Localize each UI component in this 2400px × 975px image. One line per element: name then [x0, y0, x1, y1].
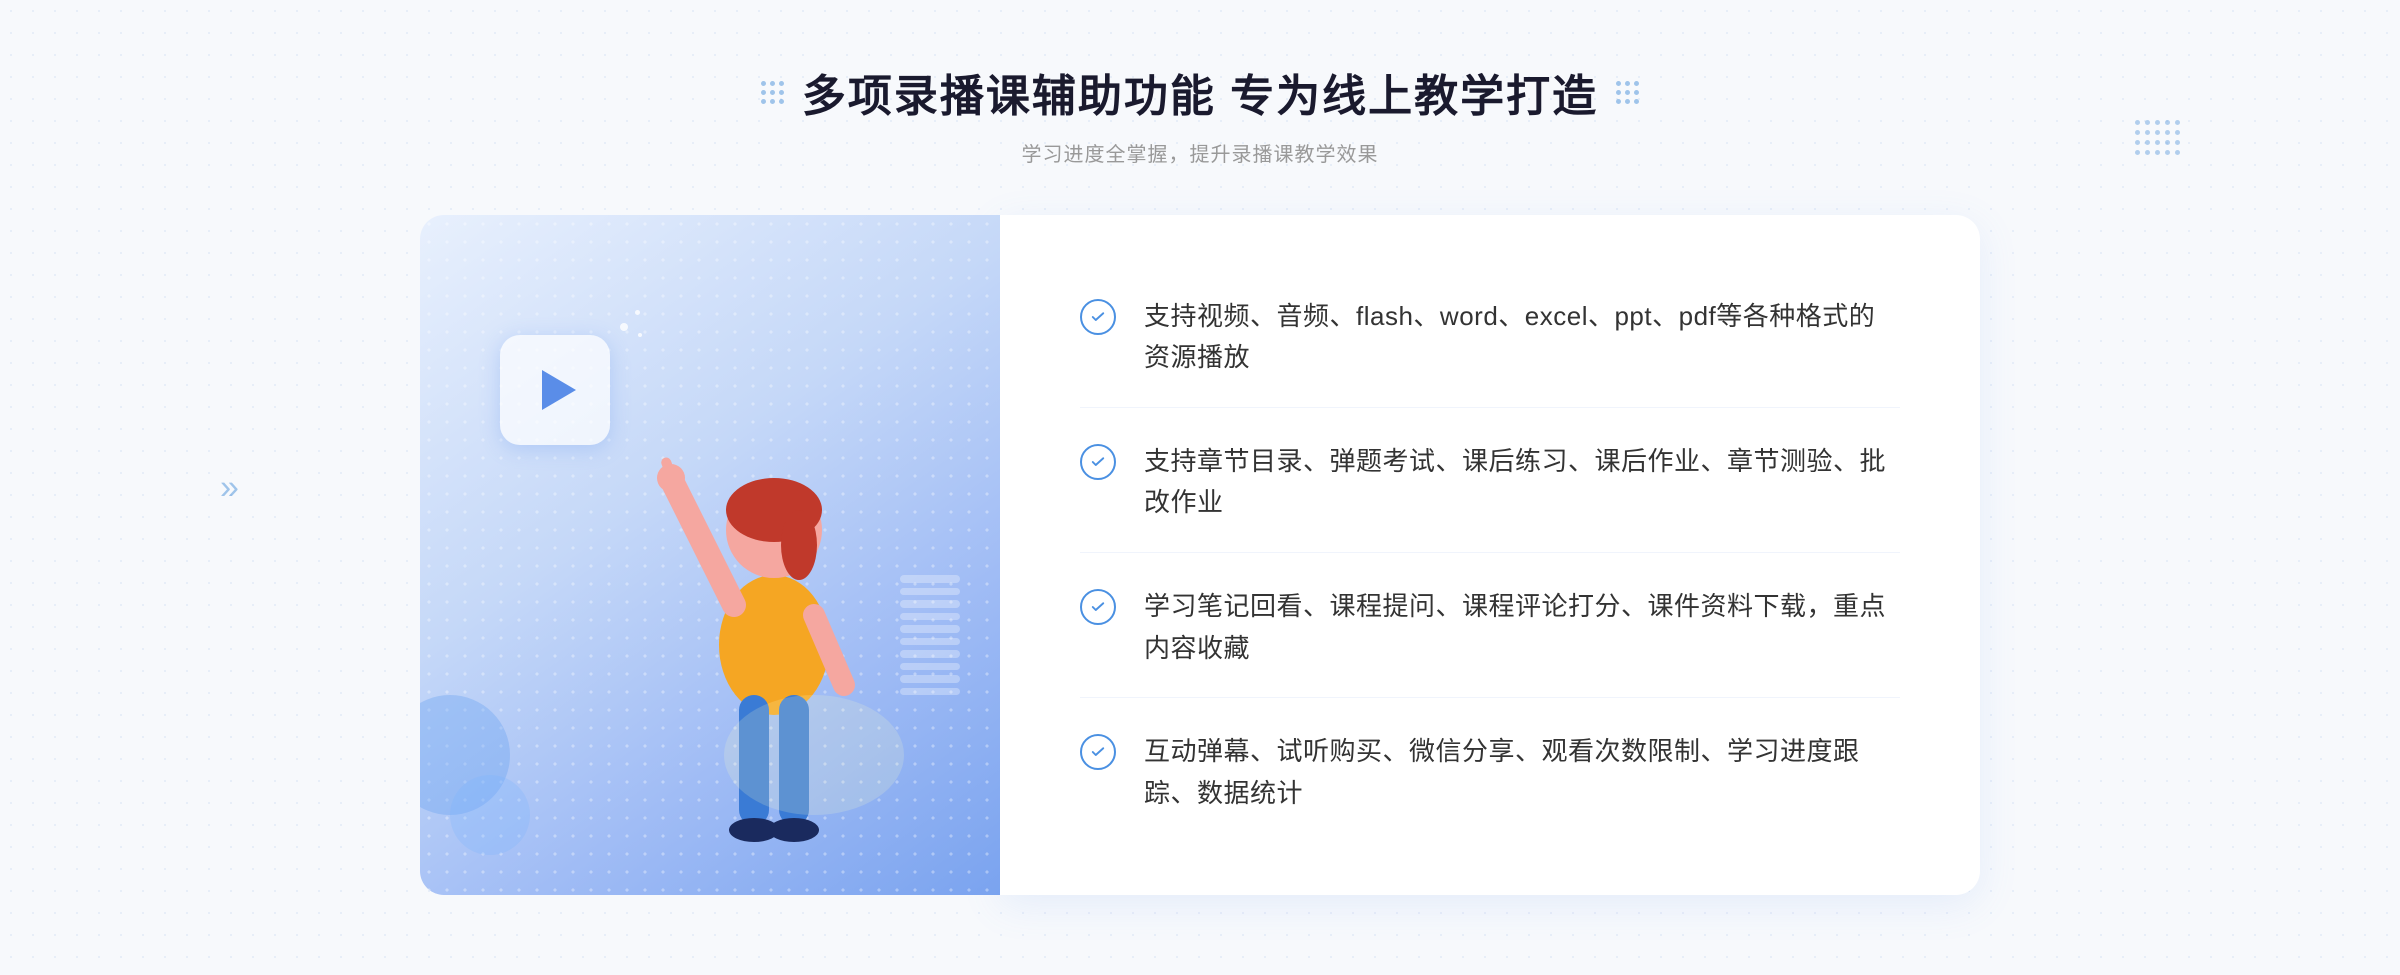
check-circle-icon-3	[1080, 589, 1116, 625]
title-row: 多项录播课辅助功能 专为线上教学打造	[761, 60, 1639, 124]
left-chevron-icon: »	[220, 468, 239, 507]
header-section: 多项录播课辅助功能 专为线上教学打造 学习进度全掌握，提升录播课教学效果	[761, 60, 1639, 167]
feature-text-2: 支持章节目录、弹题考试、课后练习、课后作业、章节测验、批改作业	[1144, 441, 1900, 524]
feature-text-3: 学习笔记回看、课程提问、课程评论打分、课件资料下载，重点内容收藏	[1144, 586, 1900, 669]
feature-item-1: 支持视频、音频、flash、word、excel、ppt、pdf等各种格式的资源…	[1080, 268, 1900, 408]
content-area: 支持视频、音频、flash、word、excel、ppt、pdf等各种格式的资源…	[420, 215, 1980, 895]
check-circle-icon-1	[1080, 299, 1116, 335]
feature-item-3: 学习笔记回看、课程提问、课程评论打分、课件资料下载，重点内容收藏	[1080, 558, 1900, 698]
play-triangle	[542, 370, 576, 410]
feature-text-1: 支持视频、音频、flash、word、excel、ppt、pdf等各种格式的资源…	[1144, 296, 1900, 379]
feature-item-4: 互动弹幕、试听购买、微信分享、观看次数限制、学习进度跟踪、数据统计	[1080, 703, 1900, 842]
illustration-card	[420, 215, 1000, 895]
decorative-dots-icon	[2135, 120, 2180, 160]
check-circle-icon-4	[1080, 734, 1116, 770]
feature-item-2: 支持章节目录、弹题考试、课后练习、课后作业、章节测验、批改作业	[1080, 413, 1900, 553]
check-circle-icon-2	[1080, 444, 1116, 480]
title-dots-left	[761, 81, 784, 104]
sparkle-dot-1	[620, 323, 628, 331]
page-subtitle: 学习进度全掌握，提升录播课教学效果	[761, 138, 1639, 167]
sparkle-dot-3	[638, 333, 642, 337]
play-icon	[500, 335, 610, 445]
page-title: 多项录播课辅助功能 专为线上教学打造	[802, 60, 1598, 124]
human-figure	[614, 375, 934, 895]
features-panel: 支持视频、音频、flash、word、excel、ppt、pdf等各种格式的资源…	[1000, 215, 1980, 895]
feature-text-4: 互动弹幕、试听购买、微信分享、观看次数限制、学习进度跟踪、数据统计	[1144, 731, 1900, 814]
circle-decoration-2	[450, 775, 530, 855]
title-dots-right	[1616, 81, 1639, 104]
page-container: » 多项录播课辅助功能 专为线上教学打造 学习进度全掌握，提升录播课教学效果	[0, 0, 2400, 975]
sparkle-dot-2	[635, 310, 640, 315]
